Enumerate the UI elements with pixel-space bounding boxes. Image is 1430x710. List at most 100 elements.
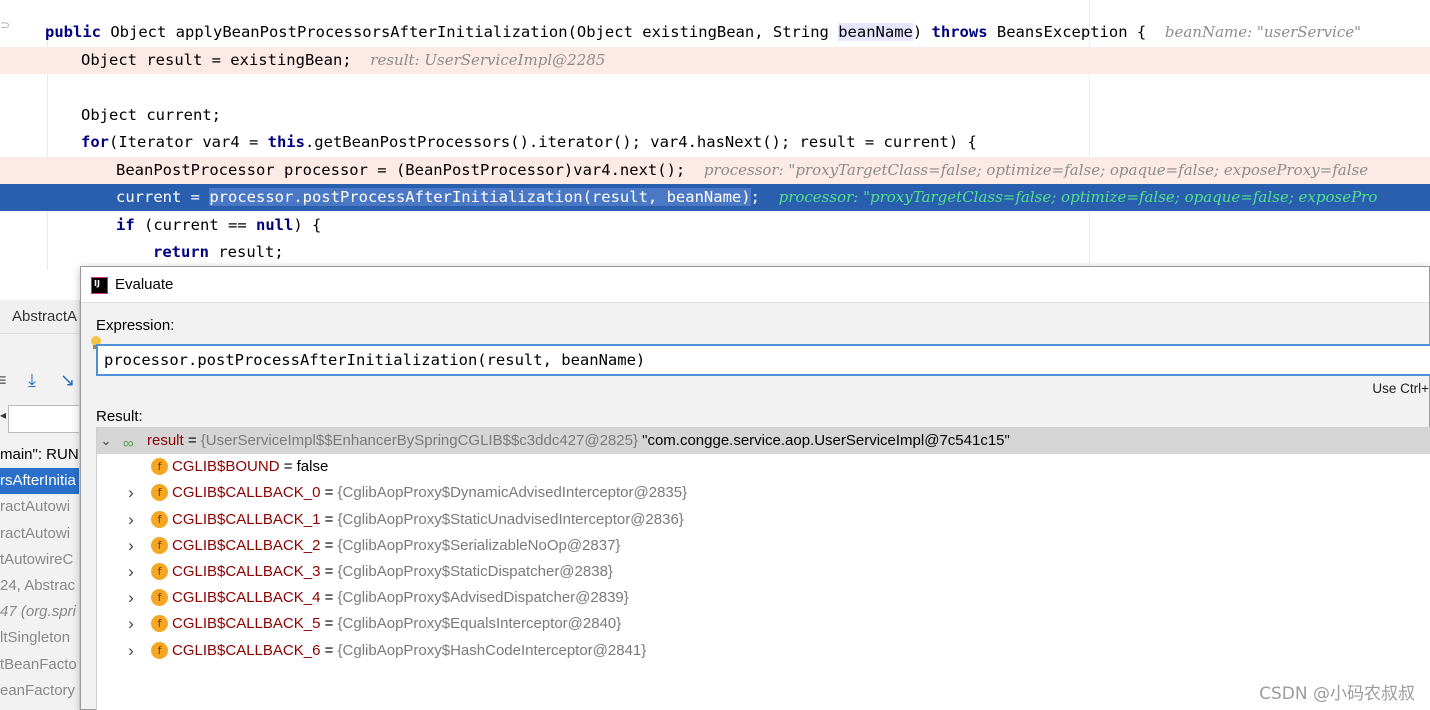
chevron-right-icon[interactable]: › (125, 585, 137, 611)
field-name: CGLIB$CALLBACK_1 (172, 510, 321, 528)
chevron-right-icon[interactable]: › (125, 611, 137, 637)
frame-label: ractAutowi (0, 524, 71, 542)
editor-tab[interactable]: AbstractA (0, 300, 79, 334)
code-text: ) { (293, 216, 322, 234)
code-text: Object current; (81, 106, 221, 124)
field-type: {CglibAopProxy$DynamicAdvisedInterceptor… (337, 484, 688, 502)
equals-sign: = (320, 563, 338, 580)
keyword-null: null (256, 216, 294, 234)
code-text: Object result = existingBean; (81, 51, 352, 69)
stack-frame-item[interactable]: 47 (org.spri (0, 599, 79, 625)
frame-label: 24, Abstrac (0, 577, 76, 594)
inline-value-hint: result: UserServiceImpl@2285 (370, 51, 606, 69)
code-line-5[interactable]: for(Iterator var4 = this.getBeanPostProc… (0, 129, 1430, 156)
chevron-right-icon[interactable]: › (125, 480, 137, 506)
intellij-logo-icon (91, 277, 108, 294)
equals-sign: = (320, 615, 338, 633)
thread-item[interactable]: main": RUN (0, 442, 79, 468)
code-line-8[interactable]: if (current == null) { (0, 212, 1430, 239)
stack-frame-item[interactable]: tAutowireC (0, 547, 79, 573)
field-node[interactable]: › f CGLIB$CALLBACK_1 = {CglibAopProxy$Stat… (97, 507, 1430, 533)
result-root-node[interactable]: ⌄ ∞ result = {UserServiceImpl$$EnhancerB… (97, 428, 1430, 454)
frame-label: eanFactory (0, 681, 76, 699)
equals-sign: = (279, 458, 297, 476)
stack-frame-item[interactable]: ltSingleton (0, 625, 79, 651)
expression-field-wrapper (96, 344, 1430, 376)
result-eq: = (183, 432, 201, 449)
code-line-current[interactable]: current = processor.postProcessAfterInit… (0, 184, 1430, 211)
evaluate-dialog: Evaluate Expression: Use Ctrl+ Result: ⌄… (80, 266, 1430, 710)
chevron-right-icon[interactable]: › (125, 533, 137, 559)
field-name: CGLIB$CALLBACK_0 (172, 484, 321, 502)
debugger-toolbar: ≡ ⤓ ↘ (0, 362, 79, 402)
field-icon: f (151, 615, 168, 633)
equals-sign: = (320, 589, 338, 607)
inline-value-hint: processor: "proxyTargetClass=false; opti… (703, 161, 1369, 179)
stack-frame-item[interactable]: 24, Abstrac (0, 573, 79, 599)
code-line-2[interactable]: Object result = existingBean; result: Us… (0, 47, 1430, 74)
field-name: CGLIB$CALLBACK_5 (172, 615, 321, 633)
frame-label: main": RUN (0, 446, 79, 463)
expression-input[interactable] (98, 346, 1430, 374)
equals-sign: = (320, 536, 338, 554)
field-name: CGLIB$CALLBACK_2 (172, 536, 321, 554)
field-node[interactable]: › f CGLIB$CALLBACK_4 = {CglibAopProxy$Advi… (97, 585, 1430, 611)
field-icon: f (151, 484, 168, 502)
field-icon: f (151, 510, 168, 528)
step-over-icon[interactable]: ⤓ (28, 370, 36, 391)
equals-sign: = (320, 510, 338, 528)
chevron-right-icon[interactable]: › (125, 507, 137, 533)
watch-result-icon: ∞ (123, 435, 134, 452)
menu-icon[interactable]: ≡ (0, 370, 7, 391)
dialog-titlebar[interactable]: Evaluate (81, 267, 1429, 303)
result-value: "com.congge.service.aop.UserServiceImpl@… (637, 432, 1010, 449)
field-node[interactable]: › f CGLIB$CALLBACK_0 = {CglibAopProxy$Dyna… (97, 480, 1430, 506)
field-node[interactable]: › f CGLIB$CALLBACK_5 = {CglibAopProxy$Equa… (97, 611, 1430, 637)
thread-selector[interactable] (8, 405, 79, 433)
keyword-if: if (116, 216, 135, 234)
field-icon: f (151, 641, 168, 659)
code-text: BeanPostProcessor processor = (BeanPostP… (116, 161, 686, 179)
field-icon: f (151, 589, 168, 607)
stack-frame-item[interactable]: ractAutowi (0, 494, 79, 520)
code-text: (current == (134, 216, 256, 234)
field-name: CGLIB$CALLBACK_6 (172, 641, 321, 659)
keyword-for: for (81, 133, 109, 151)
result-tree[interactable]: ⌄ ∞ result = {UserServiceImpl$$EnhancerB… (96, 427, 1430, 710)
frame-label: tBeanFacto (0, 655, 77, 673)
frame-label: ltSingleton (0, 629, 71, 647)
code-line-4[interactable]: Object current; (0, 102, 1430, 129)
field-node[interactable]: › f CGLIB$CALLBACK_3 = {CglibAopProxy$Stat… (97, 559, 1430, 585)
selected-expression[interactable]: processor.postProcessAfterInitialization… (209, 188, 751, 206)
field-node[interactable]: › f CGLIB$CALLBACK_2 = {CglibAopProxy$Seri… (97, 533, 1430, 559)
shortcut-hint: Use Ctrl+ (1372, 381, 1429, 396)
chevron-right-icon[interactable]: › (125, 559, 137, 585)
param-beanName: beanName (838, 23, 913, 41)
expression-label: Expression: (96, 317, 175, 334)
code-editor[interactable]: ⊃ public Object applyBeanPostProcessorsA… (0, 0, 1430, 270)
stack-frame-item[interactable]: ractAutowi (0, 521, 79, 547)
field-type: {CglibAopProxy$SerializableNoOp@2837} (337, 536, 621, 554)
inline-value-hint: processor: "proxyTargetClass=false; opti… (778, 188, 1378, 206)
chevron-right-icon[interactable]: › (125, 638, 137, 664)
stack-frame-item[interactable]: tBeanFacto (0, 652, 79, 678)
field-name: CGLIB$CALLBACK_3 (172, 563, 321, 580)
stack-frame-item[interactable]: eanFactory (0, 678, 79, 704)
code-text: result; (209, 243, 284, 261)
frame-label: ractAutowi (0, 498, 71, 516)
dropdown-arrow-icon[interactable]: ◂ (0, 408, 6, 422)
code-line-6[interactable]: BeanPostProcessor processor = (BeanPostP… (0, 157, 1430, 184)
code-line-1[interactable]: public Object applyBeanPostProcessorsAft… (0, 19, 1430, 46)
field-type: {CglibAopProxy$AdvisedDispatcher@2839} (337, 589, 629, 607)
field-type: {CglibAopProxy$StaticDispatcher@2838} (337, 563, 613, 580)
inline-value-hint: beanName: "userService" (1164, 23, 1362, 41)
keyword-public: public (45, 23, 101, 41)
chevron-down-icon[interactable]: ⌄ (100, 428, 112, 454)
field-value: false (296, 458, 329, 476)
field-node[interactable]: f CGLIB$BOUND = false (97, 454, 1430, 480)
stack-frame-item[interactable]: rsAfterInitia (0, 468, 79, 495)
code-line-9[interactable]: return result; (0, 239, 1430, 266)
field-node[interactable]: › f CGLIB$CALLBACK_6 = {CglibAopProxy$Hash… (97, 638, 1430, 664)
equals-sign: = (320, 484, 338, 502)
step-into-icon[interactable]: ↘ (60, 370, 75, 391)
